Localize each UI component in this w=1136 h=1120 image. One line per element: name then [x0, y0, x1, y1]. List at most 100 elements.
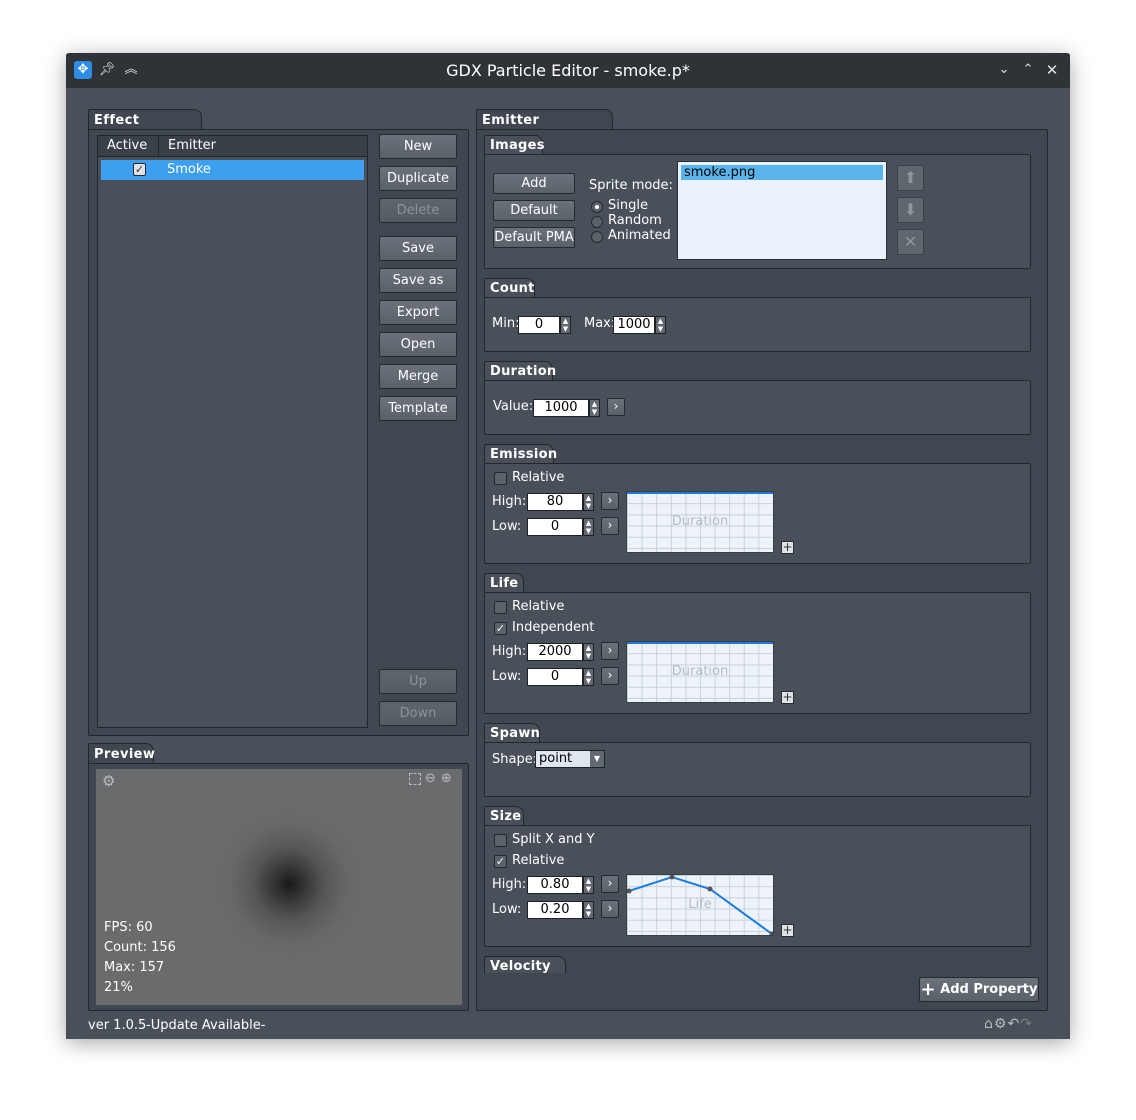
emission-high-expand-icon[interactable]: › — [601, 492, 619, 510]
life-section: Relative ✓ Independent High: 2000 ▲ ▼ › L… — [484, 592, 1031, 714]
new-button[interactable]: New — [379, 134, 457, 159]
emission-low-input[interactable]: 0 — [527, 518, 583, 536]
preview-canvas[interactable]: ⚙ ⊖ ⊕ FPS: 60 Count: 156 Max: 157 21% — [96, 769, 462, 1005]
zoom-out-icon[interactable]: ⊖ — [425, 771, 436, 786]
life-high-spinner[interactable]: ▲ ▼ — [583, 643, 594, 661]
size-high-expand-icon[interactable]: › — [601, 875, 619, 893]
spawn-section: Shape: point ▼ — [484, 742, 1031, 797]
save-as-button[interactable]: Save as — [379, 268, 457, 293]
duplicate-button[interactable]: Duplicate — [379, 166, 457, 191]
size-high-spinner[interactable]: ▲ ▼ — [583, 876, 594, 894]
size-split-checkbox[interactable] — [494, 834, 507, 847]
size-relative-checkbox[interactable]: ✓ — [494, 855, 507, 868]
sprite-mode-animated-radio[interactable] — [591, 231, 603, 243]
chevron-down-icon[interactable]: ▼ — [590, 751, 604, 767]
emission-graph[interactable]: Duration — [626, 491, 774, 553]
settings-gear-icon[interactable]: ⚙ — [102, 773, 118, 789]
sprite-mode-random-radio[interactable] — [591, 216, 603, 228]
tab-images: Images — [484, 135, 545, 155]
life-high-input[interactable]: 2000 — [527, 643, 583, 661]
emission-section: Relative High: 80 ▲ ▼ › Low: 0 ▲ ▼ › Durat… — [484, 463, 1031, 564]
duration-expand-icon[interactable]: › — [607, 398, 625, 416]
down-button[interactable]: Down — [379, 701, 457, 726]
save-button[interactable]: Save — [379, 236, 457, 261]
count-min-input[interactable]: 0 — [518, 316, 560, 334]
size-graph-label: Life — [688, 897, 712, 912]
sprite-mode-random-label: Random — [608, 213, 662, 228]
update-available-link[interactable]: -Update Available- — [146, 1018, 265, 1033]
default-image-button[interactable]: Default — [493, 200, 575, 221]
emission-low-spinner[interactable]: ▲ ▼ — [583, 518, 594, 536]
count-max-input[interactable]: 1000 — [613, 316, 655, 334]
emission-low-label: Low: — [492, 519, 522, 534]
tab-size: Size — [484, 806, 524, 826]
emitter-list: Active Emitter ✓ Smoke — [97, 135, 368, 728]
up-button[interactable]: Up — [379, 669, 457, 694]
size-graph-expand-icon[interactable]: + — [781, 924, 794, 937]
sprite-mode-single-radio[interactable] — [591, 201, 603, 213]
size-graph[interactable]: Life — [626, 874, 774, 936]
template-button[interactable]: Template — [379, 396, 457, 421]
emission-high-input[interactable]: 80 — [527, 493, 583, 511]
maximize-icon[interactable]: ⌃ — [1019, 61, 1037, 79]
count-label: Count: 156 — [104, 940, 176, 955]
emission-graph-expand-icon[interactable]: + — [781, 541, 794, 554]
fullscreen-icon[interactable] — [409, 773, 421, 785]
plus-icon: + — [920, 979, 936, 1000]
window-title: GDX Particle Editor - smoke.p* — [446, 61, 690, 80]
life-low-input[interactable]: 0 — [527, 668, 583, 686]
velocity-label: Velocity — [490, 959, 551, 974]
redo-icon[interactable]: ↷ — [1020, 1016, 1033, 1032]
count-min-spinner[interactable]: ▲ ▼ — [560, 316, 571, 334]
zoom-in-icon[interactable]: ⊕ — [441, 771, 452, 786]
active-checkbox[interactable]: ✓ — [133, 163, 146, 176]
life-graph-expand-icon[interactable]: + — [781, 691, 794, 704]
tab-preview: Preview — [88, 743, 155, 764]
life-independent-checkbox[interactable]: ✓ — [494, 622, 507, 635]
spawn-shape-select[interactable]: point ▼ — [535, 750, 605, 768]
preview-panel: ⚙ ⊖ ⊕ FPS: 60 Count: 156 Max: 157 21% — [88, 763, 469, 1011]
home-icon[interactable]: ⌂ — [984, 1016, 994, 1032]
properties-footer: + Add Property — [477, 973, 1047, 1010]
close-icon[interactable]: ✕ — [1043, 61, 1061, 79]
life-graph[interactable]: Duration — [626, 641, 774, 703]
count-section: Min: 0 ▲ ▼ Max: 1000 ▲ ▼ — [484, 297, 1031, 352]
life-low-expand-icon[interactable]: › — [601, 667, 619, 685]
add-image-button[interactable]: Add — [493, 173, 575, 194]
image-list[interactable]: smoke.png — [677, 161, 887, 260]
life-relative-checkbox[interactable] — [494, 601, 507, 614]
gear-icon[interactable]: ⚙ — [994, 1016, 1008, 1032]
duration-value-spinner[interactable]: ▲ ▼ — [589, 399, 600, 417]
delete-button[interactable]: Delete — [379, 198, 457, 223]
emission-relative-checkbox[interactable] — [494, 472, 507, 485]
open-button[interactable]: Open — [379, 332, 457, 357]
size-high-label: High: — [492, 877, 527, 892]
move-up-icon[interactable]: ⬆ — [897, 165, 924, 191]
merge-button[interactable]: Merge — [379, 364, 457, 389]
remove-image-icon[interactable]: ✕ — [897, 229, 924, 255]
add-property-button[interactable]: + Add Property — [919, 977, 1039, 1002]
export-button[interactable]: Export — [379, 300, 457, 325]
size-low-spinner[interactable]: ▲ ▼ — [583, 901, 594, 919]
image-list-item[interactable]: smoke.png — [681, 165, 883, 180]
emission-low-expand-icon[interactable]: › — [601, 517, 619, 535]
life-high-expand-icon[interactable]: › — [601, 642, 619, 660]
emitter-row[interactable]: ✓ Smoke — [101, 160, 364, 180]
size-low-expand-icon[interactable]: › — [601, 900, 619, 918]
duration-value-input[interactable]: 1000 — [533, 399, 589, 417]
count-min-label: Min: — [492, 316, 520, 331]
undo-icon[interactable]: ↶ — [1007, 1016, 1020, 1032]
emission-relative-label: Relative — [512, 470, 565, 485]
status-icons: ⌂⚙↶↷ — [984, 1016, 1033, 1032]
minimize-icon[interactable]: ⌄ — [995, 61, 1013, 79]
tab-emission: Emission — [484, 444, 557, 464]
move-down-icon[interactable]: ⬇ — [897, 197, 924, 223]
emission-high-spinner[interactable]: ▲ ▼ — [583, 493, 594, 511]
size-high-input[interactable]: 0.80 — [527, 876, 583, 894]
title-bar: ✥ 📌︎ ︽ GDX Particle Editor - smoke.p* ⌄ … — [66, 53, 1070, 88]
default-pma-button[interactable]: Default PMA — [493, 227, 575, 248]
life-low-spinner[interactable]: ▲ ▼ — [583, 668, 594, 686]
count-max-spinner[interactable]: ▲ ▼ — [655, 316, 666, 334]
emitter-name: Smoke — [167, 162, 211, 177]
size-low-input[interactable]: 0.20 — [527, 901, 583, 919]
